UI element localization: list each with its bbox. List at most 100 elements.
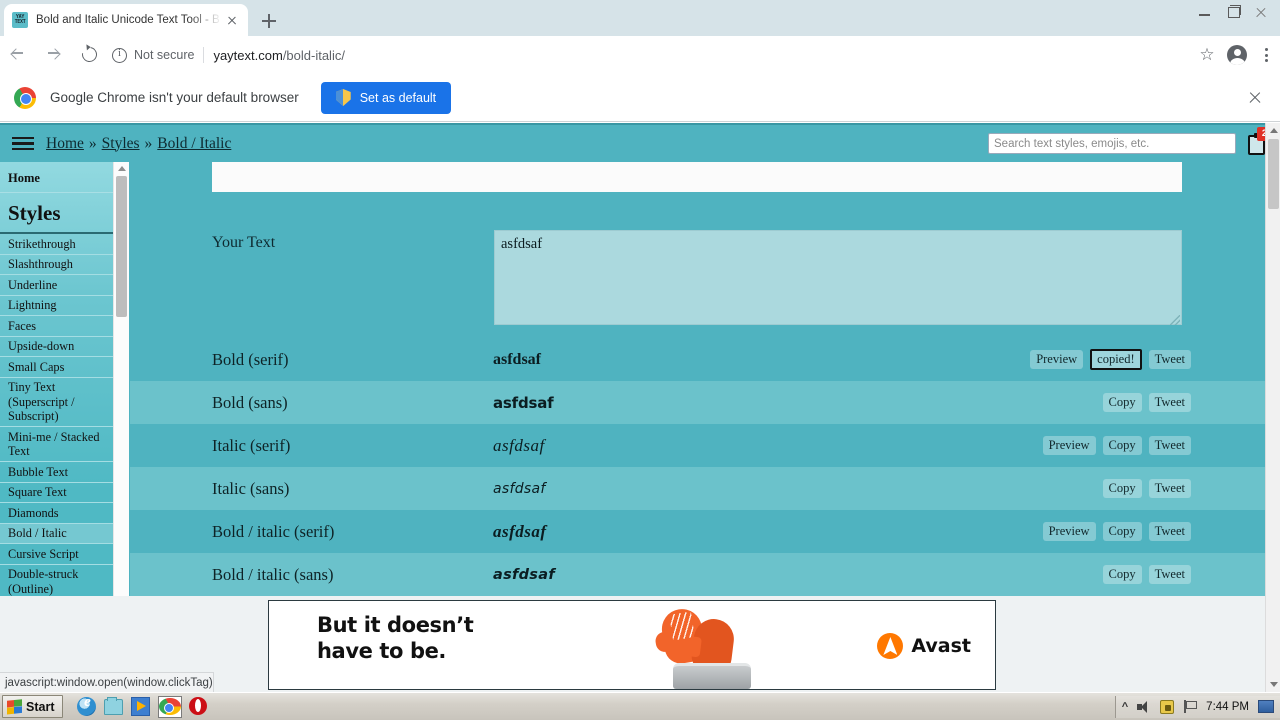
top-white-panel <box>212 162 1182 192</box>
preview-button[interactable]: Preview <box>1042 521 1096 542</box>
style-row: Bold (serif) asfdsaf Preview copied! Tweet <box>130 338 1265 381</box>
preview-button[interactable]: Preview <box>1030 349 1084 370</box>
forward-button[interactable] <box>36 37 72 73</box>
action-flag-icon[interactable] <box>1183 700 1198 713</box>
sidebar-item-home[interactable]: Home <box>0 162 113 193</box>
page-scroll-down-icon[interactable] <box>1269 682 1278 687</box>
ad-headline: But it doesn’t have to be. <box>317 613 474 664</box>
style-rows: Bold (serif) asfdsaf Preview copied! Tweet Bo… <box>130 338 1265 596</box>
tweet-button[interactable]: Tweet <box>1148 478 1191 499</box>
copy-button[interactable]: Copy <box>1102 564 1142 585</box>
your-text-section: Your Text asfdsaf <box>130 220 1265 330</box>
sidebar-item-underline[interactable]: Underline <box>0 275 113 296</box>
breadcrumb-separator: » <box>88 134 97 152</box>
bookmark-star-icon[interactable]: ☆ <box>1192 40 1222 70</box>
avast-ad[interactable]: But it doesn’t have to be. Avast <box>268 600 996 690</box>
url-path: /bold-italic/ <box>282 47 345 63</box>
boxing-gloves-icon <box>637 601 767 689</box>
style-row: Italic (sans) asfdsaf Copy Tweet <box>130 467 1265 510</box>
copy-button[interactable]: Copy <box>1102 392 1142 413</box>
copy-button[interactable]: Copy <box>1102 521 1142 542</box>
copy-button[interactable]: copied! <box>1090 348 1142 371</box>
yaytext-favicon-icon: YAY TEXT <box>12 12 28 28</box>
copy-button[interactable]: Copy <box>1102 435 1142 456</box>
window-close-icon[interactable] <box>1248 2 1274 22</box>
opera-icon[interactable] <box>189 696 209 717</box>
page-scroll-up-icon[interactable] <box>1269 128 1278 133</box>
tweet-button[interactable]: Tweet <box>1148 392 1191 413</box>
set-as-default-button[interactable]: Set as default <box>320 81 452 114</box>
your-text-label: Your Text <box>212 234 276 251</box>
sidebar-item-cursive-script[interactable]: Cursive Script <box>0 544 113 565</box>
ad-headline-line1: But it doesn’t <box>317 613 474 637</box>
new-tab-button[interactable] <box>256 8 282 34</box>
set-as-default-label: Set as default <box>359 90 437 105</box>
browser-tab[interactable]: YAY TEXT Bold and Italic Unicode Text To… <box>4 4 248 36</box>
sidebar-item-diamonds[interactable]: Diamonds <box>0 503 113 524</box>
profile-avatar-icon[interactable] <box>1222 40 1252 70</box>
sidebar-item-faces[interactable]: Faces <box>0 316 113 337</box>
copy-button[interactable]: Copy <box>1102 478 1142 499</box>
tweet-button[interactable]: Tweet <box>1148 435 1191 456</box>
taskbar-clock[interactable]: 7:44 PM <box>1206 701 1249 713</box>
sidebar-scrollbar-thumb[interactable] <box>116 176 127 317</box>
screen: YAY TEXT Bold and Italic Unicode Text To… <box>0 0 1280 720</box>
tray-expand-icon[interactable]: ^ <box>1122 701 1128 713</box>
address-bar[interactable]: Not secure yaytext.com /bold-italic/ <box>112 41 1188 69</box>
breadcrumb-current[interactable]: Bold / Italic <box>157 135 231 153</box>
info-icon[interactable] <box>112 47 127 63</box>
preview-button[interactable]: Preview <box>1042 435 1096 456</box>
breadcrumb-styles[interactable]: Styles <box>102 135 140 153</box>
chrome-menu-icon[interactable] <box>1252 40 1280 70</box>
folder-icon[interactable] <box>104 696 124 717</box>
volume-icon[interactable] <box>1137 700 1151 713</box>
show-desktop-icon[interactable] <box>1258 700 1274 713</box>
shield-icon <box>335 89 351 106</box>
scroll-up-icon[interactable] <box>118 166 126 171</box>
page-scrollbar-thumb[interactable] <box>1268 139 1279 209</box>
page-scrollbar[interactable] <box>1265 123 1280 692</box>
infobar-close-icon[interactable] <box>1244 87 1266 109</box>
avast-brand-label: Avast <box>911 635 971 657</box>
style-row: Bold / italic (sans) asfdsaf Copy Tweet <box>130 553 1265 596</box>
style-row-sample: asfdsaf <box>493 393 554 412</box>
breadcrumb-home[interactable]: Home <box>46 135 84 153</box>
start-button[interactable]: Start <box>2 695 64 718</box>
sidebar-item-lightning[interactable]: Lightning <box>0 296 113 316</box>
sidebar-item-strikethrough[interactable]: Strikethrough <box>0 234 113 255</box>
chrome-taskbar-button[interactable] <box>158 695 183 718</box>
back-button[interactable] <box>0 37 36 73</box>
internet-explorer-icon[interactable] <box>77 696 97 717</box>
textarea-resize-handle[interactable] <box>1170 315 1180 325</box>
maximize-icon[interactable] <box>1220 2 1246 22</box>
reload-button[interactable] <box>72 37 108 73</box>
style-row-sample: asfdsaf <box>493 350 542 368</box>
sidebar-item-square-text[interactable]: Square Text <box>0 483 113 503</box>
your-text-input[interactable]: asfdsaf <box>494 230 1182 325</box>
style-row-label: Italic (serif) <box>212 435 291 455</box>
style-row: Bold (sans) asfdsaf Copy Tweet <box>130 381 1265 424</box>
header-right: Search text styles, emojis, etc. 2 <box>988 126 1280 157</box>
minimize-icon[interactable] <box>1192 2 1218 22</box>
sidebar-item-bold-italic[interactable]: Bold / Italic <box>0 523 113 544</box>
style-row-label: Italic (sans) <box>212 478 290 498</box>
security-shield-icon[interactable] <box>1160 699 1175 714</box>
chrome-logo-icon <box>14 86 36 109</box>
style-row-sample: asfdsaf <box>493 480 546 497</box>
sidebar-item-double-struck-outline[interactable]: Double-struck (Outline) <box>0 565 113 600</box>
tweet-button[interactable]: Tweet <box>1148 564 1191 585</box>
sidebar-item-slashthrough[interactable]: Slashthrough <box>0 255 113 275</box>
sidebar-item-bubble-text[interactable]: Bubble Text <box>0 462 113 483</box>
tweet-button[interactable]: Tweet <box>1148 349 1191 370</box>
sidebar-item-mini-me-stacked-text[interactable]: Mini-me / Stacked Text <box>0 427 113 462</box>
tweet-button[interactable]: Tweet <box>1148 521 1191 542</box>
close-icon[interactable] <box>224 12 240 28</box>
tab-title: Bold and Italic Unicode Text Tool - B <box>36 14 220 26</box>
sidebar-item-small-caps[interactable]: Small Caps <box>0 357 113 378</box>
search-input[interactable]: Search text styles, emojis, etc. <box>988 133 1236 154</box>
sidebar-item-tiny-text-superscript-subscript[interactable]: Tiny Text (Superscript / Subscript) <box>0 378 113 427</box>
media-player-icon[interactable] <box>131 696 151 717</box>
status-bar: javascript:window.open(window.clickTag) <box>0 672 214 692</box>
hamburger-menu-icon[interactable] <box>12 136 34 151</box>
sidebar-item-upside-down[interactable]: Upside-down <box>0 337 113 357</box>
